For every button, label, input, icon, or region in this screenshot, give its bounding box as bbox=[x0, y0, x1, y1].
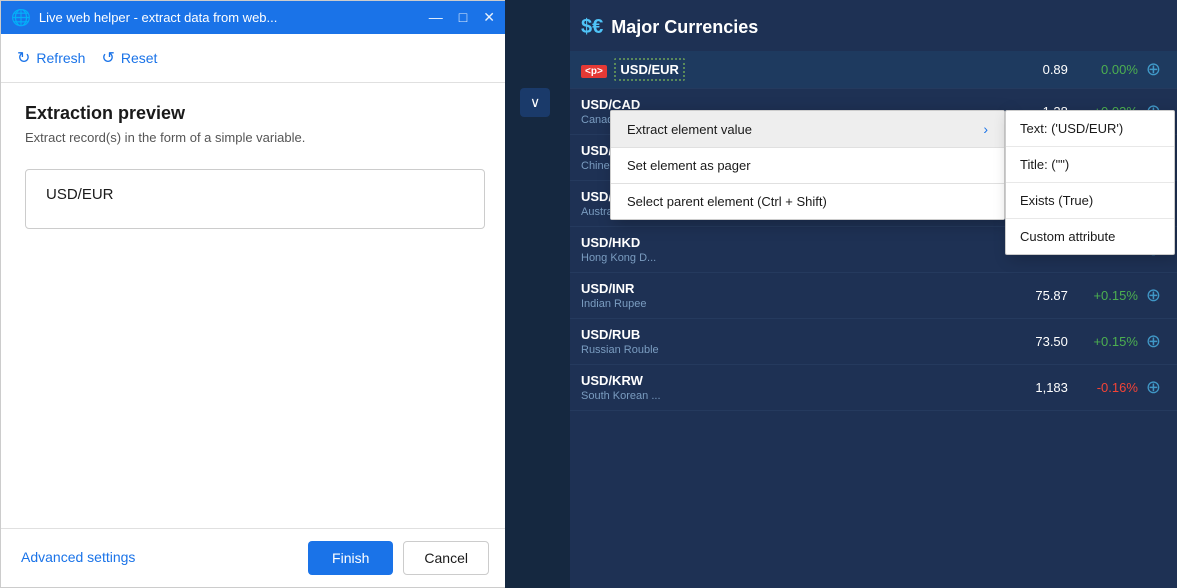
preview-value: USD/EUR bbox=[46, 186, 464, 203]
context-item-label: Select parent element (Ctrl + Shift) bbox=[627, 194, 988, 209]
refresh-button[interactable]: ↻ Refresh bbox=[17, 44, 85, 72]
currency-change: 0.00% bbox=[1068, 62, 1138, 77]
currency-name-col: USD/INR Indian Rupee bbox=[581, 281, 998, 310]
currency-code: USD/RUB bbox=[581, 327, 998, 342]
currency-name-col: USD/HKD Hong Kong D... bbox=[581, 235, 998, 264]
titlebar-controls: — □ ✕ bbox=[425, 7, 499, 28]
currency-rate: 73.50 bbox=[998, 334, 1068, 349]
reset-icon: ↺ bbox=[101, 48, 114, 68]
submenu-item-text[interactable]: Text: ('USD/EUR') bbox=[1006, 111, 1174, 147]
currency-change: -0.16% bbox=[1068, 380, 1138, 395]
dialog-title: Live web helper - extract data from web.… bbox=[39, 10, 417, 25]
currency-header: $€ Major Currencies bbox=[565, 16, 1177, 51]
dialog: 🌐 Live web helper - extract data from we… bbox=[0, 0, 510, 588]
currency-icon: $€ bbox=[581, 16, 603, 39]
add-button[interactable]: ⊕ bbox=[1146, 377, 1161, 398]
currency-title: Major Currencies bbox=[611, 17, 758, 38]
currency-name-col: <p> USD/EUR bbox=[581, 62, 998, 77]
currency-change: +0.15% bbox=[1068, 334, 1138, 349]
add-button[interactable]: ⊕ bbox=[1146, 331, 1161, 352]
currency-row-usdeur[interactable]: <p> USD/EUR 0.89 0.00% ⊕ bbox=[565, 51, 1177, 89]
cancel-button[interactable]: Cancel bbox=[403, 541, 489, 575]
footer-left: Advanced settings bbox=[21, 549, 308, 567]
currency-change: +0.15% bbox=[1068, 288, 1138, 303]
reset-button[interactable]: ↺ Reset bbox=[101, 44, 157, 72]
refresh-icon: ↻ bbox=[17, 48, 30, 68]
currency-name-col: USD/KRW South Korean ... bbox=[581, 373, 998, 402]
currency-code: USD/HKD bbox=[581, 235, 998, 250]
submenu-item-custom[interactable]: Custom attribute bbox=[1006, 219, 1174, 254]
reset-label: Reset bbox=[121, 50, 158, 66]
currency-name: Hong Kong D... bbox=[581, 252, 998, 264]
maximize-button[interactable]: □ bbox=[455, 7, 471, 28]
minimize-button[interactable]: — bbox=[425, 7, 447, 28]
submenu-item-title[interactable]: Title: ("") bbox=[1006, 147, 1174, 183]
currency-row-usdkrw[interactable]: USD/KRW South Korean ... 1,183 -0.16% ⊕ bbox=[565, 365, 1177, 411]
finish-button[interactable]: Finish bbox=[308, 541, 393, 575]
context-item-label: Extract element value bbox=[627, 122, 983, 137]
globe-icon: 🌐 bbox=[11, 8, 31, 28]
submenu-item-exists[interactable]: Exists (True) bbox=[1006, 183, 1174, 219]
currency-name: South Korean ... bbox=[581, 390, 998, 402]
tag-p: <p> bbox=[581, 65, 607, 78]
currency-code: USD/KRW bbox=[581, 373, 998, 388]
context-menu-item-extract[interactable]: Extract element value › bbox=[611, 111, 1004, 148]
panel-chevron[interactable]: ∨ bbox=[520, 88, 550, 117]
context-menu-item-parent[interactable]: Select parent element (Ctrl + Shift) bbox=[611, 184, 1004, 219]
dialog-content: Extraction preview Extract record(s) in … bbox=[1, 83, 509, 528]
add-button[interactable]: ⊕ bbox=[1146, 59, 1161, 80]
advanced-settings-button[interactable]: Advanced settings bbox=[21, 549, 135, 565]
refresh-label: Refresh bbox=[36, 50, 85, 66]
extraction-title: Extraction preview bbox=[25, 103, 485, 124]
currency-rate: 1,183 bbox=[998, 380, 1068, 395]
context-menu-item-pager[interactable]: Set element as pager bbox=[611, 148, 1004, 184]
dialog-titlebar: 🌐 Live web helper - extract data from we… bbox=[1, 1, 509, 34]
currency-row-usdrub[interactable]: USD/RUB Russian Rouble 73.50 +0.15% ⊕ bbox=[565, 319, 1177, 365]
currency-code: USD/INR bbox=[581, 281, 998, 296]
preview-box: USD/EUR bbox=[25, 169, 485, 229]
dialog-footer: Advanced settings Finish Cancel bbox=[1, 528, 509, 587]
close-button[interactable]: ✕ bbox=[479, 7, 499, 28]
extraction-desc: Extract record(s) in the form of a simpl… bbox=[25, 130, 485, 145]
currency-code: <p> USD/EUR bbox=[581, 62, 998, 77]
currency-name: Indian Rupee bbox=[581, 298, 998, 310]
context-menu: Extract element value › Set element as p… bbox=[610, 110, 1005, 220]
currency-name-col: USD/RUB Russian Rouble bbox=[581, 327, 998, 356]
submenu: Text: ('USD/EUR') Title: ("") Exists (Tr… bbox=[1005, 110, 1175, 255]
usdeur-code-dotted: USD/EUR bbox=[614, 58, 685, 81]
currency-rate: 75.87 bbox=[998, 288, 1068, 303]
dialog-toolbar: ↻ Refresh ↺ Reset bbox=[1, 34, 509, 83]
currency-panel: $€ Major Currencies <p> USD/EUR 0.89 0.0… bbox=[565, 0, 1177, 588]
add-button[interactable]: ⊕ bbox=[1146, 285, 1161, 306]
footer-right: Finish Cancel bbox=[308, 541, 489, 575]
currency-name: Russian Rouble bbox=[581, 344, 998, 356]
currency-rate: 0.89 bbox=[998, 62, 1068, 77]
submenu-arrow-icon: › bbox=[983, 121, 988, 137]
currency-row-usdinr[interactable]: USD/INR Indian Rupee 75.87 +0.15% ⊕ bbox=[565, 273, 1177, 319]
context-item-label: Set element as pager bbox=[627, 158, 988, 173]
